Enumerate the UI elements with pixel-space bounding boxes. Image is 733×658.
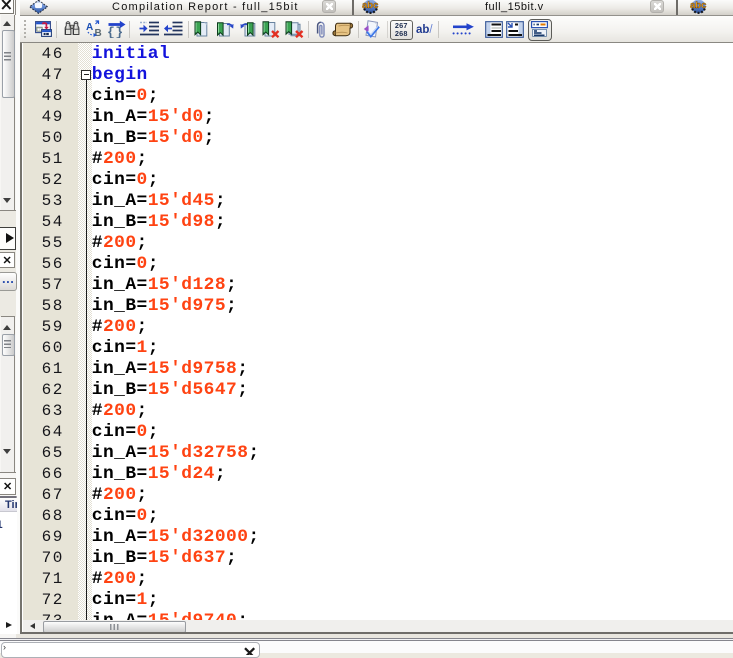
svg-text:abc: abc xyxy=(362,0,378,11)
svg-text:abc: abc xyxy=(690,0,706,11)
svg-text:A: A xyxy=(86,22,93,33)
